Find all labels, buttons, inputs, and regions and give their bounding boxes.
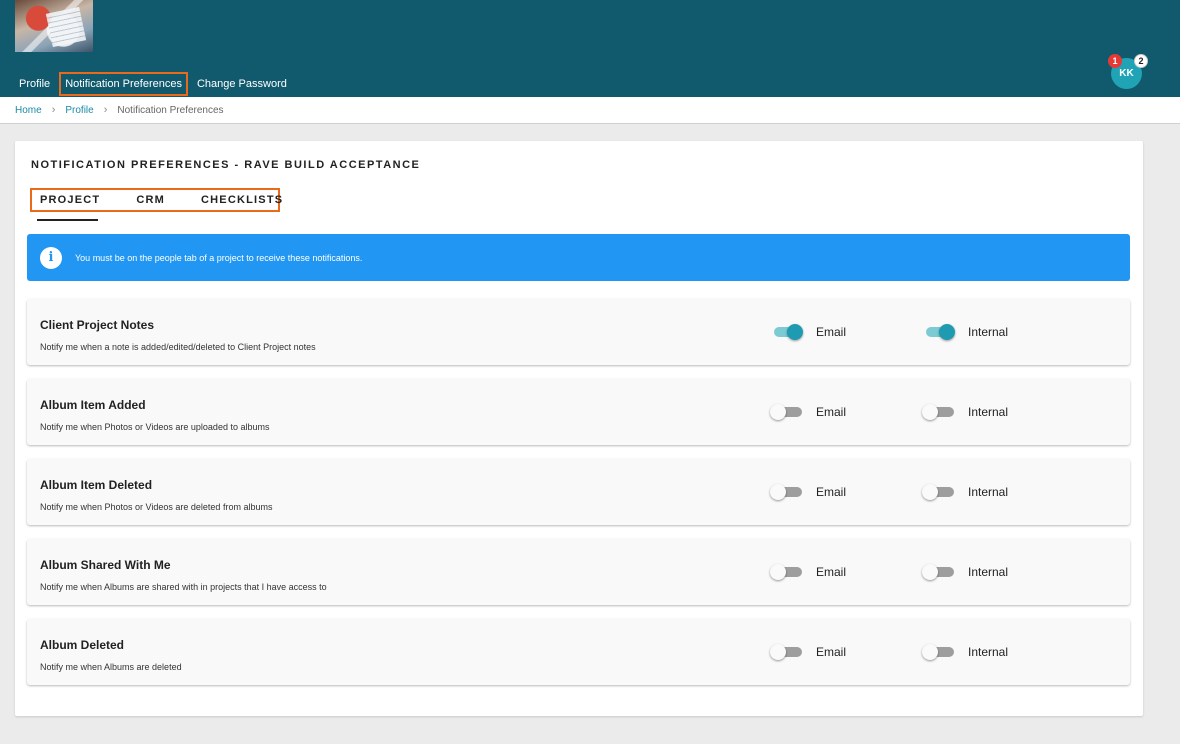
breadcrumb-home[interactable]: Home — [15, 105, 42, 116]
info-text: You must be on the people tab of a proje… — [75, 252, 363, 263]
internal-toggle-label: Internal — [968, 405, 1009, 419]
info-icon: i — [40, 246, 62, 269]
internal-toggle-label: Internal — [968, 325, 1009, 339]
email-toggle-label: Email — [816, 565, 847, 579]
email-toggle[interactable] — [772, 324, 803, 340]
nav-item-change-password[interactable]: Change Password — [192, 73, 292, 95]
internal-toggle[interactable] — [922, 484, 954, 500]
page-title: NOTIFICATION PREFERENCES - RAVE BUILD AC… — [31, 159, 421, 171]
tab-checklists[interactable]: CHECKLISTS — [201, 194, 283, 206]
breadcrumb-current: Notification Preferences — [117, 104, 224, 116]
notification-title: Client Project Notes — [40, 318, 155, 332]
internal-toggle[interactable] — [922, 644, 954, 660]
notification-list: Client Project Notes Notify me when a no… — [27, 299, 1130, 699]
email-toggle[interactable] — [770, 404, 802, 420]
email-toggle[interactable] — [770, 484, 802, 500]
notification-row: Album Shared With Me Notify me when Albu… — [27, 539, 1130, 605]
email-toggle[interactable] — [770, 644, 802, 660]
notification-row: Album Deleted Notify me when Albums are … — [27, 619, 1130, 685]
internal-toggle-label: Internal — [968, 565, 1009, 579]
notification-row: Album Item Added Notify me when Photos o… — [27, 379, 1130, 445]
notification-title: Album Item Deleted — [40, 478, 153, 492]
internal-toggle-label: Internal — [968, 485, 1009, 499]
top-header: Profile Notification Preferences Change … — [0, 0, 1180, 97]
active-tab-indicator — [37, 219, 98, 221]
internal-toggle[interactable] — [924, 324, 955, 340]
chevron-right-icon: › — [103, 104, 108, 116]
notification-description: Notify me when a note is added/edited/de… — [40, 342, 316, 352]
notification-row: Album Item Deleted Notify me when Photos… — [27, 459, 1130, 525]
breadcrumb-profile[interactable]: Profile — [65, 105, 93, 116]
info-banner: i You must be on the people tab of a pro… — [27, 234, 1130, 281]
nav-item-profile[interactable]: Profile — [14, 73, 55, 95]
notification-title: Album Deleted — [40, 638, 125, 652]
email-toggle-label: Email — [816, 485, 847, 499]
notification-description: Notify me when Photos or Videos are dele… — [40, 502, 273, 512]
profile-nav: Profile Notification Preferences Change … — [14, 72, 296, 96]
preferences-card: NOTIFICATION PREFERENCES - RAVE BUILD AC… — [15, 141, 1143, 716]
chevron-right-icon: › — [51, 104, 56, 116]
tab-project[interactable]: PROJECT — [40, 194, 100, 206]
notification-description: Notify me when Photos or Videos are uplo… — [40, 422, 270, 432]
internal-toggle[interactable] — [922, 564, 954, 580]
email-toggle[interactable] — [770, 564, 802, 580]
message-badge[interactable]: 2 — [1134, 54, 1148, 68]
notification-row: Client Project Notes Notify me when a no… — [27, 299, 1130, 365]
email-toggle-label: Email — [816, 645, 847, 659]
internal-toggle-label: Internal — [968, 645, 1009, 659]
notification-title: Album Item Added — [40, 398, 146, 412]
notification-description: Notify me when Albums are shared with in… — [40, 582, 327, 592]
tab-crm[interactable]: CRM — [136, 194, 165, 206]
email-toggle-label: Email — [816, 405, 847, 419]
notification-description: Notify me when Albums are deleted — [40, 662, 182, 672]
nav-item-notification-preferences[interactable]: Notification Preferences — [59, 72, 188, 96]
breadcrumb: Home › Profile › Notification Preference… — [0, 97, 1180, 124]
tab-bar: PROJECT CRM CHECKLISTS — [30, 188, 283, 212]
notification-badge[interactable]: 1 — [1108, 54, 1122, 68]
internal-toggle[interactable] — [922, 404, 954, 420]
company-logo-image — [15, 0, 93, 52]
notification-title: Album Shared With Me — [40, 558, 171, 572]
email-toggle-label: Email — [816, 325, 847, 339]
